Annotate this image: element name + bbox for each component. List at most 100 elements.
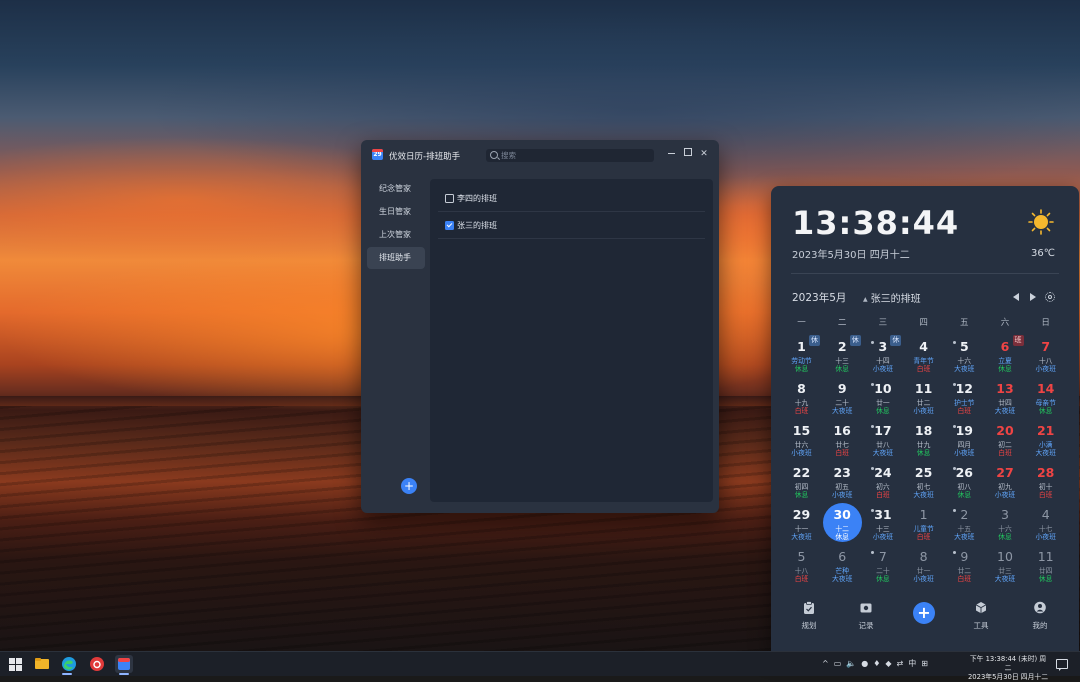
calendar-day[interactable]: 13 廿四 大夜班 (985, 376, 1026, 418)
calendar-day[interactable]: 18 廿九 休息 (903, 418, 944, 460)
search-box[interactable] (486, 149, 654, 162)
calendar-day[interactable]: 29 十一 大夜班 (781, 502, 822, 544)
calendar-day[interactable]: 16 廿七 白班 (822, 418, 863, 460)
day-number: 10 (997, 549, 1013, 564)
calendar-day[interactable]: 4 青年节 白班 (903, 334, 944, 376)
calendar-day[interactable]: 23 初五 小夜班 (822, 460, 863, 502)
calendar-day[interactable]: 4 十七 小夜班 (1025, 502, 1066, 544)
sidebar-item-anniversary[interactable]: 纪念管家 (367, 178, 425, 200)
maximize-button[interactable] (682, 148, 694, 160)
calendar-day[interactable]: 26 初八 休息 (944, 460, 985, 502)
calendar-day[interactable]: 14 母亲节 休息 (1025, 376, 1066, 418)
minimize-button[interactable] (665, 148, 677, 160)
edge-browser-button[interactable] (60, 655, 78, 673)
shift-label: 休息 (794, 491, 809, 499)
calendar-day[interactable]: 10 廿一 休息 (862, 376, 903, 418)
shift-label: 小夜班 (1035, 365, 1056, 373)
temperature: 36℃ (1031, 248, 1055, 259)
tray-icon[interactable]: 🔈 (846, 659, 856, 668)
nav-tools-label: 工具 (973, 621, 989, 630)
calendar-day[interactable]: 2 十五 大夜班 (944, 502, 985, 544)
day-number: 29 (792, 507, 811, 522)
calendar-day[interactable]: 休 1 劳动节 休息 (781, 334, 822, 376)
next-month-button[interactable] (1030, 293, 1036, 301)
caret-up-icon: ▲ (863, 296, 868, 303)
shift-label: 大夜班 (1035, 449, 1056, 457)
calendar-day[interactable]: 20 初二 白班 (985, 418, 1026, 460)
calendar-app-taskbar-button[interactable] (115, 655, 133, 673)
calendar-day[interactable]: 8 廿一 小夜班 (903, 544, 944, 586)
previous-month-button[interactable] (1013, 293, 1019, 301)
notification-icon[interactable] (1056, 659, 1068, 671)
start-button[interactable] (6, 655, 24, 673)
schedule-selector[interactable]: ▲ 张三的排班 (863, 290, 921, 305)
tray-icon[interactable]: ◆ (885, 659, 891, 668)
calendar-day-today[interactable]: 30 十二 休息 (822, 502, 863, 544)
gear-icon[interactable] (1045, 292, 1055, 302)
tray-icon[interactable]: 中 (908, 658, 916, 669)
calendar-day[interactable]: 3 十六 休息 (985, 502, 1026, 544)
calendar-day[interactable]: 15 廿六 小夜班 (781, 418, 822, 460)
sidebar-item-last-time[interactable]: 上次管家 (367, 224, 425, 246)
calendar-day[interactable]: 25 初七 大夜班 (903, 460, 944, 502)
file-explorer-button[interactable] (33, 655, 51, 673)
shift-label: 休息 (835, 533, 849, 541)
calendar-day[interactable]: 19 四月 小夜班 (944, 418, 985, 460)
taskbar-clock[interactable]: 下午 13:38:44 (未时) 周二 2023年5月30日 四月十二 (967, 655, 1049, 682)
shift-label: 白班 (916, 365, 931, 373)
calendar-day[interactable]: 5 十六 大夜班 (944, 334, 985, 376)
tray-icon[interactable]: ● (861, 659, 868, 668)
calendar-day[interactable]: 休 3 十四 小夜班 (862, 334, 903, 376)
day-number: 18 (914, 423, 933, 438)
calendar-day[interactable]: 9 二十 大夜班 (822, 376, 863, 418)
close-button[interactable]: ✕ (698, 148, 710, 160)
calendar-day[interactable]: 10 廿三 大夜班 (985, 544, 1026, 586)
day-number: 15 (792, 423, 811, 438)
schedule-row[interactable]: 李四的排班 (438, 185, 705, 212)
calendar-day[interactable]: 班 6 立夏 休息 (985, 334, 1026, 376)
shift-label: 大夜班 (954, 533, 975, 541)
calendar-day[interactable]: 28 初十 白班 (1025, 460, 1066, 502)
calendar-day[interactable]: 休 2 十三 休息 (822, 334, 863, 376)
sidebar-item-shift-assistant[interactable]: 排班助手 (367, 247, 425, 269)
search-input[interactable] (501, 150, 649, 161)
tray-icon[interactable]: ⇄ (897, 659, 904, 668)
month-label[interactable]: 2023年5月 (792, 290, 846, 305)
calendar-day[interactable]: 24 初六 白班 (862, 460, 903, 502)
search-icon (490, 151, 498, 159)
calendar-icon (118, 658, 130, 670)
calendar-day[interactable]: 11 廿二 小夜班 (903, 376, 944, 418)
calendar-day[interactable]: 17 廿八 大夜班 (862, 418, 903, 460)
calendar-day[interactable]: 7 十八 小夜班 (1025, 334, 1066, 376)
day-number: 11 (914, 381, 933, 396)
calendar-day[interactable]: 21 小满 大夜班 (1025, 418, 1066, 460)
schedule-checkbox[interactable] (445, 221, 454, 230)
day-number: 26 (955, 465, 973, 480)
calendar-day[interactable]: 12 护士节 白班 (944, 376, 985, 418)
calendar-day[interactable]: 1 儿童节 白班 (903, 502, 944, 544)
add-event-button[interactable]: + (913, 602, 935, 624)
netease-music-button[interactable] (88, 655, 106, 673)
calendar-day[interactable]: 7 二十 休息 (862, 544, 903, 586)
title-bar[interactable]: 29 优效日历-排班助手 ✕ (361, 140, 719, 170)
calendar-day[interactable]: 31 十三 小夜班 (862, 502, 903, 544)
add-schedule-button[interactable]: + (401, 478, 417, 494)
calendar-grid: 休 1 劳动节 休息休 2 十三 休息休 3 十四 小夜班 4 青年节 白班 5 十六 大夜班班 6 立夏 休息 7 十… (781, 334, 1066, 586)
tray-icon[interactable]: ▭ (834, 659, 842, 668)
shift-label: 白班 (957, 575, 972, 583)
calendar-day[interactable]: 11 廿四 休息 (1025, 544, 1066, 586)
calendar-day[interactable]: 5 十八 白班 (781, 544, 822, 586)
tray-icon[interactable]: ♦ (873, 659, 880, 668)
tray-icon[interactable]: ^ (822, 659, 829, 668)
tray-icon[interactable]: ⊞ (921, 659, 928, 668)
day-number: 20 (996, 423, 1014, 438)
sidebar-item-birthday[interactable]: 生日管家 (367, 201, 425, 223)
calendar-day[interactable]: 22 初四 休息 (781, 460, 822, 502)
calendar-day[interactable]: 9 廿二 白班 (944, 544, 985, 586)
calendar-day[interactable]: 8 十九 白班 (781, 376, 822, 418)
schedule-row[interactable]: 张三的排班 (438, 212, 705, 239)
schedule-label: 李四的排班 (457, 194, 497, 203)
schedule-checkbox[interactable] (445, 194, 454, 203)
calendar-day[interactable]: 6 芒种 大夜班 (822, 544, 863, 586)
calendar-day[interactable]: 27 初九 小夜班 (985, 460, 1026, 502)
